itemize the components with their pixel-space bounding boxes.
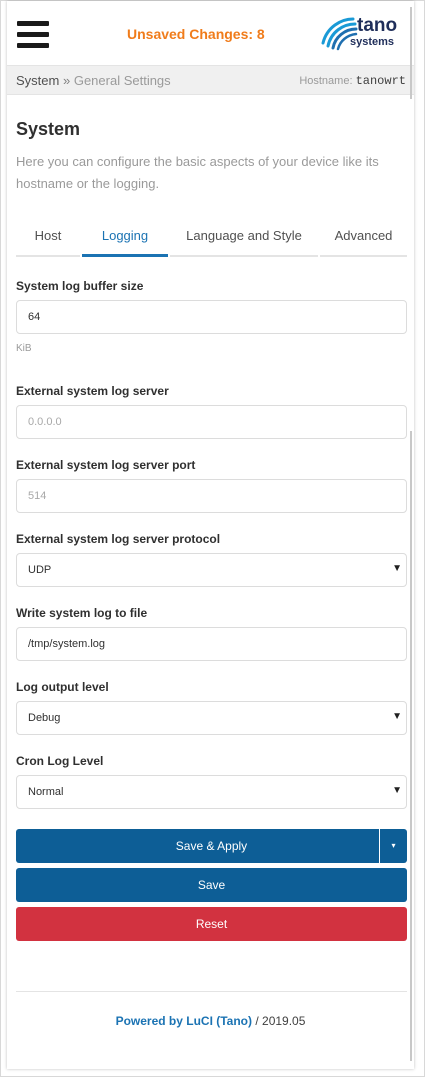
browser-frame: Unsaved Changes: 8 tano systems System »… <box>0 0 425 1077</box>
header: Unsaved Changes: 8 tano systems <box>7 1 414 65</box>
hostname-display: Hostname: tanowrt <box>299 74 406 88</box>
log-server-protocol-select[interactable]: UDP ▼ <box>16 553 407 587</box>
log-file-label: Write system log to file <box>16 606 148 620</box>
breadcrumb-current: General Settings <box>73 73 171 88</box>
dropdown-arrow-icon: ▼ <box>392 711 402 722</box>
log-output-level-select[interactable]: Debug ▼ <box>16 701 407 735</box>
page: Unsaved Changes: 8 tano systems System »… <box>7 1 414 1069</box>
tab-bar: Host Logging Language and Style Advanced <box>16 217 407 257</box>
log-buffer-size-unit: KiB <box>16 343 32 354</box>
log-server-label: External system log server <box>16 384 169 398</box>
dropdown-arrow-icon: ▼ <box>392 563 402 574</box>
logo-text-systems: systems <box>350 36 395 48</box>
cron-log-level-label: Cron Log Level <box>16 754 104 768</box>
footer-version: 2019.05 <box>262 1014 306 1028</box>
scrollbar[interactable] <box>410 431 412 1061</box>
luci-link[interactable]: Powered by LuCI (Tano) <box>116 1014 252 1028</box>
logo-text-tano: tano <box>357 15 398 36</box>
log-server-protocol-label: External system log server protocol <box>16 532 221 546</box>
cron-log-level-select[interactable]: Normal ▼ <box>16 775 407 809</box>
hostname-value: tanowrt <box>355 74 406 88</box>
footer-separator: / <box>252 1014 263 1028</box>
breadcrumb-system[interactable]: System <box>16 73 59 88</box>
tab-logging[interactable]: Logging <box>82 217 168 257</box>
tab-host[interactable]: Host <box>16 217 80 257</box>
footer-divider <box>16 991 407 992</box>
log-buffer-size-label: System log buffer size <box>16 279 144 293</box>
log-output-level-label: Log output level <box>16 680 109 694</box>
breadcrumb-separator: » <box>62 73 71 88</box>
tab-advanced[interactable]: Advanced <box>320 217 407 257</box>
cron-log-level-value: Normal <box>28 786 64 798</box>
reset-button[interactable]: Reset <box>16 907 407 941</box>
footer: Powered by LuCI (Tano) / 2019.05 <box>7 1014 414 1028</box>
breadcrumb-bar: System » General Settings Hostname: tano… <box>7 65 414 95</box>
log-server-protocol-value: UDP <box>28 564 52 576</box>
save-apply-button[interactable]: Save & Apply ▾ <box>16 829 407 863</box>
save-apply-dropdown-toggle[interactable]: ▾ <box>379 829 407 863</box>
save-button[interactable]: Save <box>16 868 407 902</box>
log-file-input[interactable]: /tmp/system.log <box>16 627 407 661</box>
tano-logo[interactable]: tano systems <box>319 13 411 55</box>
unsaved-changes-link[interactable]: Unsaved Changes: 8 <box>127 26 265 42</box>
page-description: Here you can configure the basic aspects… <box>16 154 379 191</box>
dropdown-arrow-icon: ▼ <box>392 785 402 796</box>
breadcrumb: System » General Settings <box>16 73 171 88</box>
log-server-port-input[interactable]: 514 <box>16 479 407 513</box>
log-buffer-size-input[interactable]: 64 <box>16 300 407 334</box>
page-title: System <box>16 119 81 139</box>
save-apply-label: Save & Apply <box>175 839 248 853</box>
log-server-input[interactable]: 0.0.0.0 <box>16 405 407 439</box>
log-output-level-value: Debug <box>28 712 61 724</box>
log-server-port-label: External system log server port <box>16 458 196 472</box>
hamburger-icon[interactable] <box>17 21 49 49</box>
chevron-down-icon: ▾ <box>391 841 396 850</box>
hostname-label: Hostname: <box>299 75 353 87</box>
tab-language-and-style[interactable]: Language and Style <box>170 217 318 257</box>
scrollbar-segment-top[interactable] <box>410 7 412 99</box>
